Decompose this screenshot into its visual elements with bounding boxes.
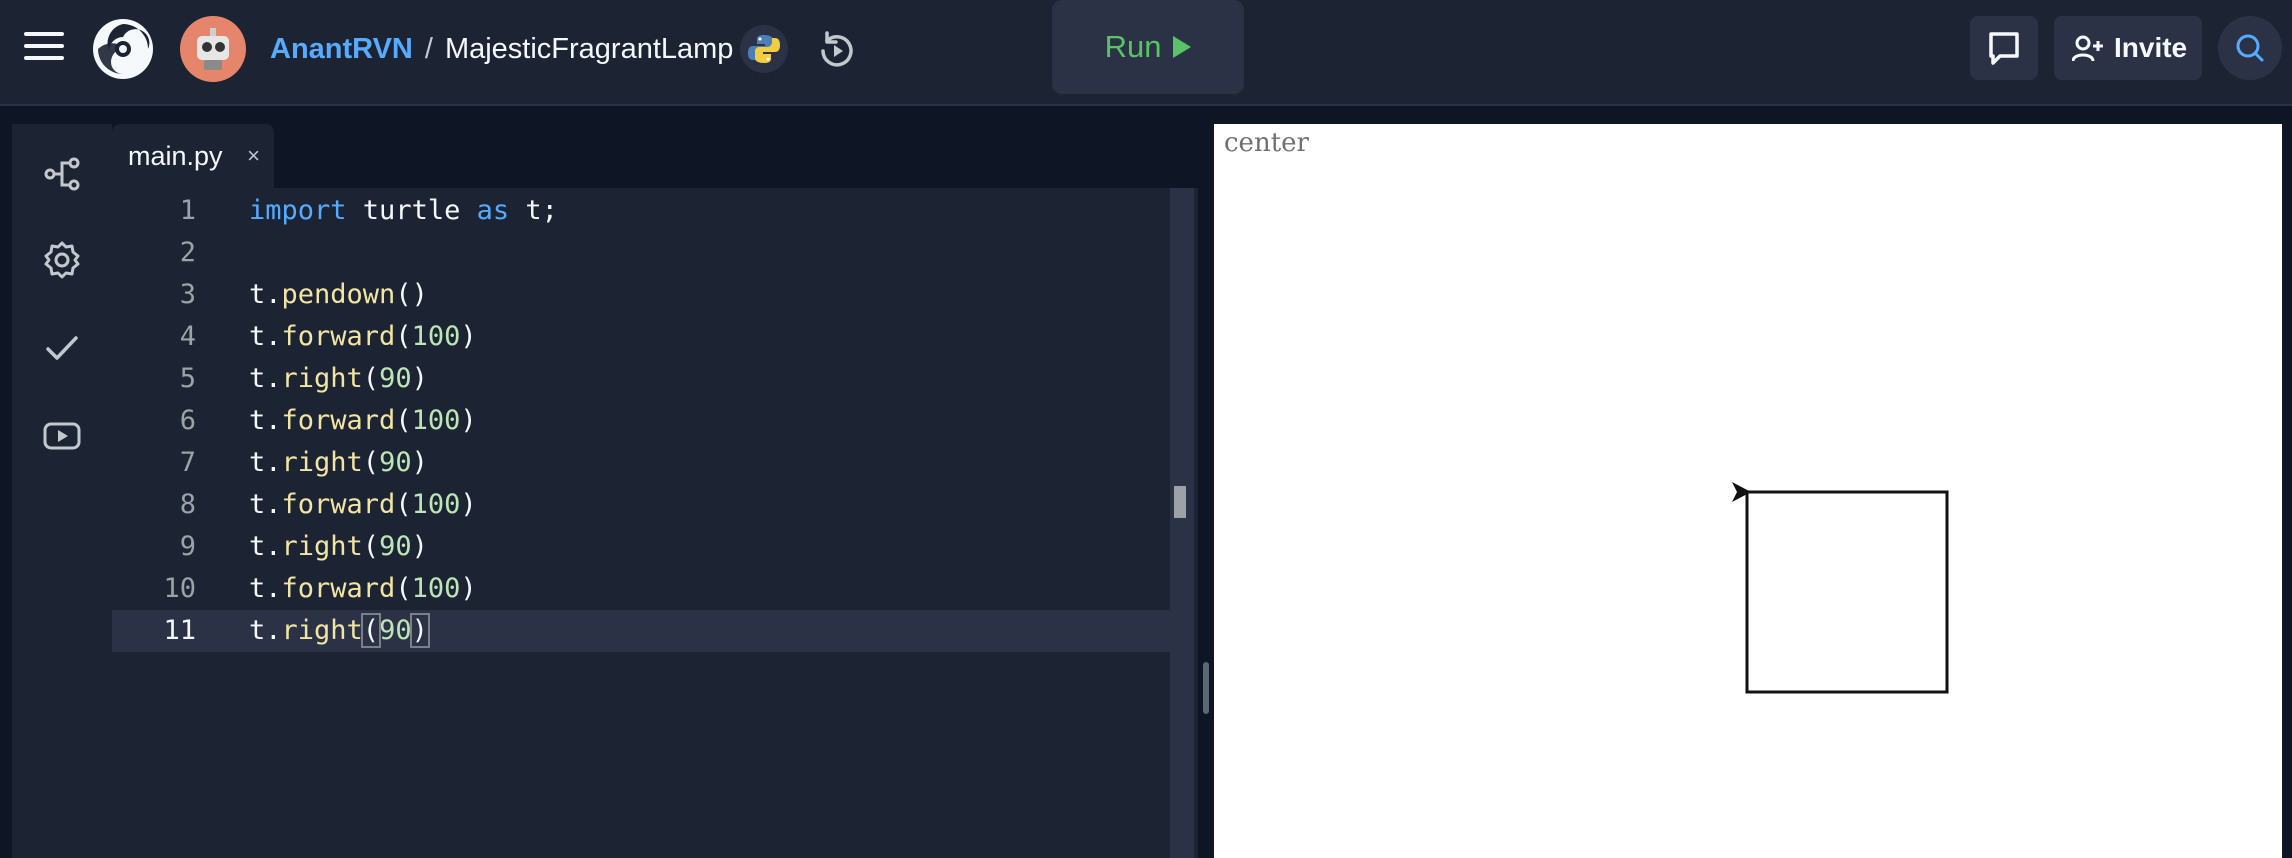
code-text: t.pendown(): [249, 279, 428, 310]
code-line[interactable]: 6 t.forward(100): [112, 400, 1172, 442]
video-icon[interactable]: [42, 416, 82, 456]
pane-resize-handle[interactable]: [1203, 662, 1209, 714]
gear-icon[interactable]: [42, 240, 82, 280]
avatar[interactable]: [180, 16, 246, 82]
code-line[interactable]: 9 t.right(90): [112, 526, 1172, 568]
code-line[interactable]: 8 t.forward(100): [112, 484, 1172, 526]
chat-icon: [1989, 32, 2019, 65]
avatar-robot-icon: [197, 28, 229, 70]
invite-label: Invite: [2114, 32, 2188, 63]
code-text: t.forward(100): [249, 321, 477, 352]
code-line[interactable]: 5 t.right(90): [112, 358, 1172, 400]
search-button[interactable]: [2218, 16, 2282, 80]
menu-icon[interactable]: [24, 32, 64, 66]
run-button[interactable]: Run: [1052, 0, 1244, 94]
code-text: t.right(90): [249, 613, 430, 648]
code-text: t.right(90): [249, 531, 428, 562]
code-line[interactable]: 3 t.pendown(): [112, 274, 1172, 316]
code-editor: main.py × 1 import turtle as t; 2 3 t.pe…: [112, 124, 1198, 858]
left-sidebar: [12, 124, 112, 858]
code-line-active[interactable]: 11 t.right(90): [112, 610, 1172, 652]
replit-logo-icon[interactable]: [90, 16, 156, 82]
code-line[interactable]: 1 import turtle as t;: [112, 190, 1172, 232]
line-number: 1: [179, 195, 196, 226]
code-text: t.right(90): [249, 363, 428, 394]
line-number: 4: [179, 321, 196, 352]
code-text: t.forward(100): [249, 405, 477, 436]
line-number: 5: [179, 363, 196, 394]
git-branch-icon[interactable]: [42, 154, 82, 194]
breadcrumb-separator: /: [424, 33, 433, 65]
add-user-icon: [2072, 35, 2103, 62]
code-pane[interactable]: 1 import turtle as t; 2 3 t.pendown() 4 …: [112, 188, 1198, 858]
top-bar: AnantRVN / MajesticFragrantLamp Run Invite: [0, 0, 2292, 106]
play-icon: [1173, 36, 1192, 58]
line-number: 9: [179, 531, 196, 562]
code-text: t.forward(100): [249, 489, 477, 520]
run-button-label: Run: [1104, 29, 1162, 64]
drawn-square: [1745, 490, 1949, 694]
breadcrumb-repl-name[interactable]: MajesticFragrantLamp: [445, 33, 734, 65]
breadcrumb-user[interactable]: AnantRVN: [270, 33, 413, 65]
history-icon[interactable]: [814, 28, 860, 74]
breadcrumb: AnantRVN / MajesticFragrantLamp: [270, 29, 733, 69]
line-number: 3: [179, 279, 196, 310]
code-text: t.right(90): [249, 447, 428, 478]
close-icon[interactable]: ×: [247, 124, 260, 188]
turtle-drawing: [1732, 482, 1949, 694]
checkmark-icon[interactable]: [42, 328, 82, 368]
turtle-output-canvas[interactable]: center: [1214, 124, 2282, 858]
code-text: import turtle as t;: [249, 195, 558, 226]
line-number: 10: [163, 573, 196, 604]
search-icon: [2236, 34, 2264, 62]
code-line[interactable]: 2: [112, 232, 1172, 274]
python-language-badge[interactable]: [740, 25, 788, 73]
code-line[interactable]: 10 t.forward(100): [112, 568, 1172, 610]
scrollbar-thumb[interactable]: [1174, 486, 1186, 518]
tab-main-py[interactable]: main.py ×: [112, 124, 274, 188]
code-line[interactable]: 4 t.forward(100): [112, 316, 1172, 358]
python-icon: [748, 35, 780, 63]
scrollbar-track[interactable]: [1170, 188, 1194, 858]
chat-button[interactable]: [1970, 16, 2038, 80]
code-line[interactable]: 7 t.right(90): [112, 442, 1172, 484]
line-number: 2: [179, 237, 196, 268]
line-number: 11: [163, 615, 196, 646]
code-text: t.forward(100): [249, 573, 477, 604]
tab-label: main.py: [128, 141, 223, 171]
line-number: 8: [179, 489, 196, 520]
line-number: 7: [179, 447, 196, 478]
invite-button[interactable]: Invite: [2054, 16, 2202, 80]
line-number: 6: [179, 405, 196, 436]
